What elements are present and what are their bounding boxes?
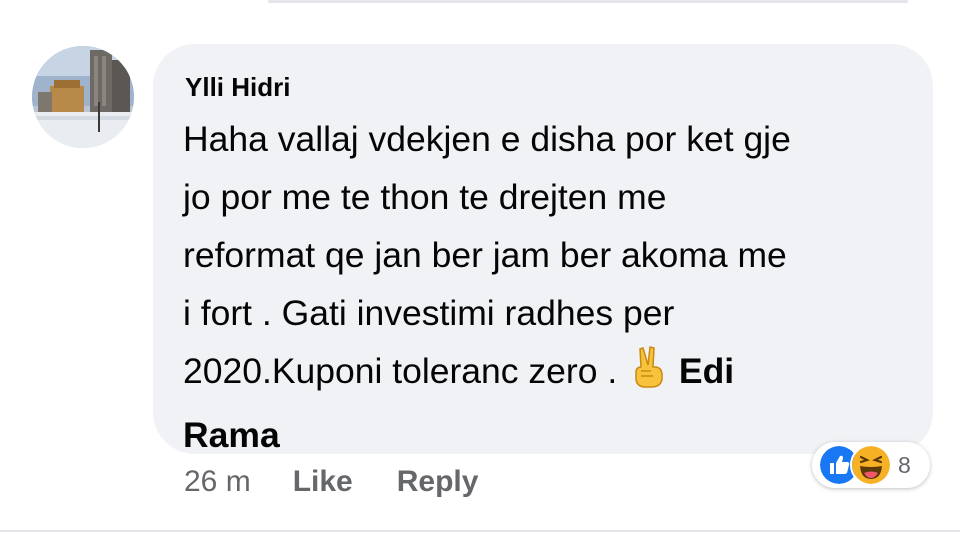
like-button[interactable]: Like — [293, 465, 353, 499]
comment-line: 2020.Kuponi toleranc zero . — [183, 351, 628, 391]
avatar-photo — [32, 46, 134, 148]
reaction-count: 8 — [898, 451, 911, 478]
reply-button[interactable]: Reply — [397, 465, 479, 499]
comment-author-name[interactable]: Ylli Hidri — [185, 70, 903, 104]
avatar[interactable] — [32, 46, 134, 148]
victory-hand-icon — [629, 345, 667, 406]
comment-timestamp[interactable]: 26 m — [184, 465, 251, 499]
reactions-summary[interactable]: 8 — [812, 442, 930, 488]
comment-actions: 26 m Like Reply — [184, 462, 522, 502]
tagged-user-last-name: Rama — [183, 415, 280, 455]
top-divider — [268, 0, 908, 3]
tagged-user-first-name: Edi — [678, 351, 735, 391]
haha-icon — [850, 444, 892, 486]
comment-line: i fort . Gati investimi radhes per — [183, 293, 675, 333]
comment-line: Haha vallaj vdekjen e disha por ket gje — [183, 119, 791, 159]
comment-line: jo por me te thon te drejten me — [183, 177, 667, 217]
comment-line: reformat qe jan ber jam ber akoma me — [183, 235, 787, 275]
comment-text: Haha vallaj vdekjen e disha por ket gje … — [183, 110, 913, 464]
comment-bubble: Ylli Hidri Haha vallaj vdekjen e disha p… — [153, 44, 933, 455]
bottom-divider — [0, 530, 960, 532]
